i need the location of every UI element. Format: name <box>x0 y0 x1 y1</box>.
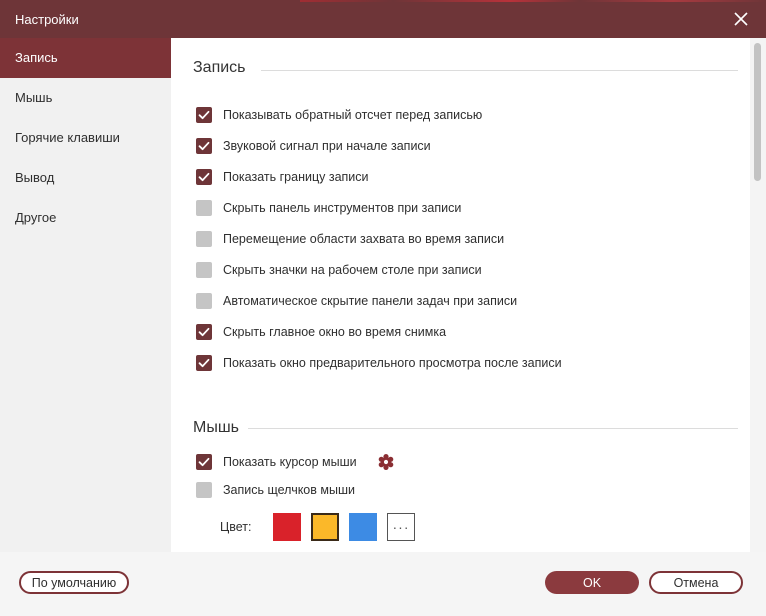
option-label: Звуковой сигнал при начале записи <box>223 139 431 153</box>
checkbox-unchecked[interactable] <box>196 231 212 247</box>
option-label: Перемещение области захвата во время зап… <box>223 232 505 246</box>
option-recording-0[interactable]: Показывать обратный отсчет перед записью <box>196 106 482 124</box>
section-divider <box>248 428 738 429</box>
option-recording-7[interactable]: Скрыть главное окно во время снимка <box>196 323 446 341</box>
option-label: Скрыть значки на рабочем столе при запис… <box>223 263 482 277</box>
sidebar-item-hotkeys[interactable]: Горячие клавиши <box>0 118 171 158</box>
more-colors-button[interactable]: ··· <box>387 513 415 541</box>
settings-content: Запись Показывать обратный отсчет перед … <box>171 38 750 552</box>
option-label: Показать курсор мыши <box>223 455 357 469</box>
option-label: Запись щелчков мыши <box>223 483 355 497</box>
sidebar: Запись Мышь Горячие клавиши Вывод Другое <box>0 38 171 552</box>
option-recording-2[interactable]: Показать границу записи <box>196 168 369 186</box>
option-label: Показать окно предварительного просмотра… <box>223 356 562 370</box>
cancel-button[interactable]: Отмена <box>649 571 743 594</box>
option-label: Показывать обратный отсчет перед записью <box>223 108 483 122</box>
sidebar-item-other[interactable]: Другое <box>0 198 171 238</box>
sidebar-item-output[interactable]: Вывод <box>0 158 171 198</box>
section-title-recording: Запись <box>193 59 246 76</box>
checkbox-checked[interactable] <box>196 355 212 371</box>
close-icon[interactable] <box>732 10 750 28</box>
window-title: Настройки <box>15 12 79 27</box>
sidebar-item-recording[interactable]: Запись <box>0 38 171 78</box>
option-label: Скрыть панель инструментов при записи <box>223 201 462 215</box>
option-label: Автоматическое скрытие панели задач при … <box>223 294 518 308</box>
color-swatch-yellow[interactable] <box>311 513 339 541</box>
checkbox-unchecked[interactable] <box>196 262 212 278</box>
checkbox[interactable] <box>196 482 212 498</box>
title-bar-accent-strip <box>300 0 766 2</box>
scrollbar-thumb[interactable] <box>754 43 761 181</box>
default-button[interactable]: По умолчанию <box>19 571 129 594</box>
section-title-mouse: Мышь <box>193 419 239 436</box>
footer: По умолчанию OK Отмена <box>0 552 766 616</box>
gear-icon[interactable] <box>377 453 395 471</box>
option-show-cursor[interactable]: Показать курсор мыши <box>196 453 395 471</box>
option-record-clicks[interactable]: Запись щелчков мыши <box>196 481 355 499</box>
checkbox-unchecked[interactable] <box>196 293 212 309</box>
color-swatch-blue[interactable] <box>349 513 377 541</box>
option-recording-5[interactable]: Скрыть значки на рабочем столе при запис… <box>196 261 482 279</box>
scrollbar[interactable] <box>750 38 766 552</box>
ok-button[interactable]: OK <box>545 571 639 594</box>
option-recording-1[interactable]: Звуковой сигнал при начале записи <box>196 137 431 155</box>
option-recording-3[interactable]: Скрыть панель инструментов при записи <box>196 199 461 217</box>
option-label: Показать границу записи <box>223 170 369 184</box>
option-recording-4[interactable]: Перемещение области захвата во время зап… <box>196 230 504 248</box>
color-swatch-red[interactable] <box>273 513 301 541</box>
checkbox-checked[interactable] <box>196 107 212 123</box>
option-recording-6[interactable]: Автоматическое скрытие панели задач при … <box>196 292 517 310</box>
color-label: Цвет: <box>220 520 252 534</box>
section-divider <box>261 70 738 71</box>
title-bar: Настройки <box>0 0 766 38</box>
option-label: Скрыть главное окно во время снимка <box>223 325 447 339</box>
color-picker-row: Цвет: ··· <box>220 513 425 541</box>
checkbox-checked[interactable] <box>196 138 212 154</box>
checkbox-unchecked[interactable] <box>196 200 212 216</box>
sidebar-item-mouse[interactable]: Мышь <box>0 78 171 118</box>
checkbox[interactable] <box>196 454 212 470</box>
checkbox-checked[interactable] <box>196 324 212 340</box>
option-recording-8[interactable]: Показать окно предварительного просмотра… <box>196 354 562 372</box>
checkbox-checked[interactable] <box>196 169 212 185</box>
